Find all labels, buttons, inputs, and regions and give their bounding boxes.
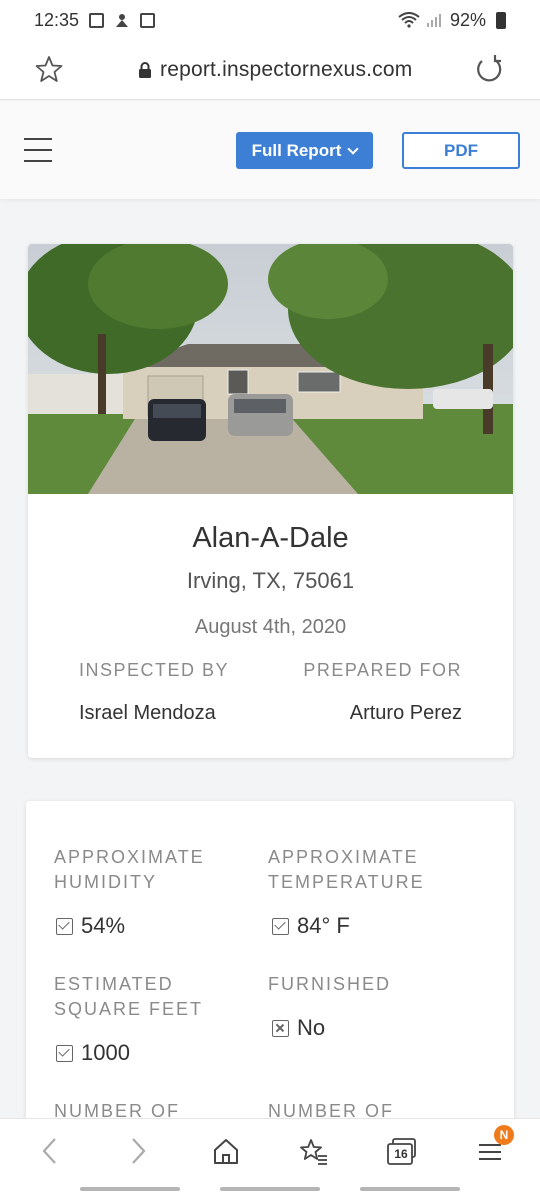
bookmarks-icon bbox=[300, 1139, 327, 1165]
tabs-button[interactable]: 16 bbox=[384, 1133, 420, 1169]
temperature-value: 84° F bbox=[272, 913, 350, 939]
square-feet-value: 1000 bbox=[56, 1040, 130, 1066]
pdf-button[interactable]: PDF bbox=[402, 132, 520, 169]
tabs-count: 16 bbox=[394, 1147, 408, 1161]
gesture-bar-right bbox=[360, 1187, 460, 1191]
reload-icon[interactable] bbox=[474, 54, 504, 84]
checkbox-checked-icon bbox=[56, 917, 73, 935]
chevron-right-icon bbox=[132, 1138, 146, 1164]
checkbox-crossed-icon bbox=[272, 1019, 289, 1037]
humidity-text: 54% bbox=[81, 913, 126, 938]
square-feet-label-line1: ESTIMATED bbox=[54, 974, 174, 994]
temperature-text: 84° F bbox=[297, 913, 350, 938]
status-bar: 12:35 92% bbox=[0, 0, 540, 40]
humidity-label-line1: APPROXIMATE bbox=[54, 847, 205, 867]
gesture-bar-left bbox=[80, 1187, 180, 1191]
gesture-bar-center bbox=[220, 1187, 320, 1191]
checkbox-checked-icon bbox=[272, 917, 289, 935]
checkbox-checked-icon bbox=[56, 1044, 73, 1062]
prepared-for-label: PREPARED FOR bbox=[303, 660, 462, 680]
furnished-text: No bbox=[297, 1015, 326, 1040]
humidity-label: APPROXIMATE HUMIDITY bbox=[54, 845, 205, 895]
square-feet-label: ESTIMATED SQUARE FEET bbox=[54, 972, 203, 1022]
menu-icon[interactable] bbox=[24, 138, 52, 162]
humidity-label-line2: HUMIDITY bbox=[54, 872, 157, 892]
browser-toolbar: report.inspectornexus.com bbox=[0, 40, 540, 100]
humidity-value: 54% bbox=[56, 913, 125, 939]
status-time: 12:35 bbox=[34, 9, 80, 30]
bookmark-star-icon[interactable] bbox=[34, 54, 64, 84]
property-photo[interactable] bbox=[28, 244, 513, 494]
signal-icon bbox=[426, 14, 441, 27]
notification-icon bbox=[116, 14, 129, 27]
report-header: Full Report PDF bbox=[0, 101, 540, 199]
battery-icon bbox=[496, 11, 506, 29]
chevron-down-icon bbox=[347, 142, 360, 155]
notification-badge: N bbox=[494, 1125, 514, 1145]
temperature-label-line1: APPROXIMATE bbox=[268, 847, 419, 867]
full-report-dropdown[interactable]: Full Report bbox=[236, 132, 373, 169]
pdf-label: PDF bbox=[444, 140, 478, 160]
lock-icon bbox=[139, 62, 151, 78]
home-icon bbox=[214, 1139, 238, 1164]
bookmarks-button[interactable] bbox=[296, 1133, 332, 1169]
wifi-icon bbox=[398, 12, 420, 28]
furnished-value: No bbox=[272, 1015, 325, 1041]
property-address: Irving, TX, 75061 bbox=[186, 568, 355, 593]
property-name: Alan-A-Dale bbox=[192, 522, 349, 554]
home-button[interactable] bbox=[208, 1133, 244, 1169]
temperature-label-line2: TEMPERATURE bbox=[268, 872, 425, 892]
square-feet-text: 1000 bbox=[81, 1040, 130, 1065]
forward-button[interactable] bbox=[120, 1133, 156, 1169]
client-name: Arturo Perez bbox=[349, 702, 462, 724]
back-button[interactable] bbox=[32, 1133, 68, 1169]
inspection-date: August 4th, 2020 bbox=[194, 616, 347, 638]
app-icon bbox=[140, 12, 156, 28]
square-feet-label-line2: SQUARE FEET bbox=[54, 999, 204, 1019]
inspection-details-card: APPROXIMATE HUMIDITY 54% APPROXIMATE TEM… bbox=[26, 801, 514, 1131]
full-report-label: Full Report bbox=[251, 140, 342, 160]
url-text: report.inspectornexus.com bbox=[160, 58, 413, 81]
gallery-icon bbox=[89, 12, 105, 28]
property-summary-card: Alan-A-Dale Irving, TX, 75061 August 4th… bbox=[28, 244, 513, 758]
temperature-label: APPROXIMATE TEMPERATURE bbox=[268, 845, 425, 895]
menu-button[interactable]: N bbox=[472, 1125, 514, 1169]
inspector-name: Israel Mendoza bbox=[79, 702, 216, 724]
address-bar[interactable]: report.inspectornexus.com bbox=[138, 58, 412, 82]
inspected-by-label: INSPECTED BY bbox=[79, 660, 230, 680]
chevron-left-icon bbox=[42, 1138, 56, 1164]
furnished-label: FURNISHED bbox=[268, 974, 392, 994]
battery-percent: 92% bbox=[449, 9, 486, 30]
